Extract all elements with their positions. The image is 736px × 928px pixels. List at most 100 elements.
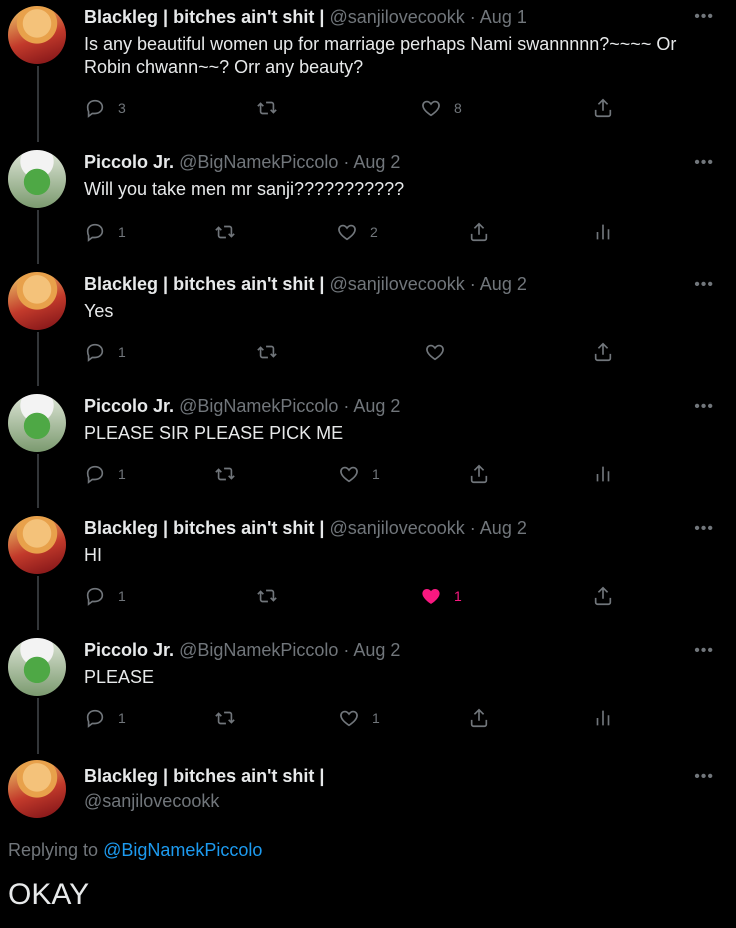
like-button[interactable]: 1 xyxy=(338,706,380,730)
tweet[interactable]: Blackleg | bitches ain't shit | @sanjilo… xyxy=(0,0,736,142)
reply-button[interactable]: 1 xyxy=(84,706,126,730)
username[interactable]: @sanjilovecookk xyxy=(329,274,464,294)
share-button[interactable] xyxy=(468,220,490,244)
tweet-header: Blackleg | bitches ain't shit | @sanjilo… xyxy=(84,273,696,295)
tweet[interactable]: Blackleg | bitches ain't shit | @sanjilo… xyxy=(0,264,736,386)
tweet-actions: 3 8 xyxy=(84,96,644,120)
share-button[interactable] xyxy=(592,584,614,608)
avatar[interactable] xyxy=(8,394,66,452)
username[interactable]: @BigNamekPiccolo xyxy=(179,152,338,172)
timestamp[interactable]: · Aug 2 xyxy=(343,152,400,172)
more-icon[interactable]: ••• xyxy=(694,643,714,659)
display-name[interactable]: Blackleg | bitches ain't shit | xyxy=(84,765,696,787)
like-button[interactable]: 8 xyxy=(420,96,462,120)
reply-count: 1 xyxy=(118,710,126,726)
display-name[interactable]: Blackleg | bitches ain't shit | xyxy=(84,7,324,27)
avatar[interactable] xyxy=(8,150,66,208)
like-icon xyxy=(338,707,360,729)
avatar[interactable] xyxy=(8,638,66,696)
tweet[interactable]: Piccolo Jr. @BigNamekPiccolo · Aug 2 •••… xyxy=(0,386,736,508)
avatar[interactable] xyxy=(8,6,66,64)
reply-count: 1 xyxy=(118,466,126,482)
tweet-header: Piccolo Jr. @BigNamekPiccolo · Aug 2 xyxy=(84,395,696,417)
display-name[interactable]: Piccolo Jr. xyxy=(84,640,174,660)
share-icon xyxy=(592,341,614,363)
tweet-actions: 1 2 xyxy=(84,220,644,244)
retweet-button[interactable] xyxy=(214,462,236,486)
reply-icon xyxy=(84,97,106,119)
more-icon[interactable]: ••• xyxy=(694,277,714,293)
username[interactable]: @BigNamekPiccolo xyxy=(179,640,338,660)
avatar[interactable] xyxy=(8,760,66,818)
timestamp[interactable]: · Aug 1 xyxy=(470,7,527,27)
timestamp[interactable]: · Aug 2 xyxy=(470,274,527,294)
tweet[interactable]: Piccolo Jr. @BigNamekPiccolo · Aug 2 •••… xyxy=(0,630,736,754)
avatar[interactable] xyxy=(8,272,66,330)
replying-to-link[interactable]: @BigNamekPiccolo xyxy=(103,840,262,860)
like-icon xyxy=(424,341,446,363)
display-name[interactable]: Blackleg | bitches ain't shit | xyxy=(84,518,324,538)
share-button[interactable] xyxy=(592,340,614,364)
tweet-actions: 1 1 xyxy=(84,462,644,486)
analytics-button[interactable] xyxy=(592,462,614,486)
display-name[interactable]: Piccolo Jr. xyxy=(84,396,174,416)
like-icon xyxy=(338,463,360,485)
reply-icon xyxy=(84,341,106,363)
share-button[interactable] xyxy=(468,462,490,486)
username[interactable]: @sanjilovecookk xyxy=(329,7,464,27)
tweet-header: Blackleg | bitches ain't shit | @sanjilo… xyxy=(84,517,696,539)
username[interactable]: @sanjilovecookk xyxy=(329,518,464,538)
tweet-text: Yes xyxy=(84,301,114,321)
like-button[interactable]: 2 xyxy=(336,220,378,244)
username[interactable]: @BigNamekPiccolo xyxy=(179,396,338,416)
more-icon[interactable]: ••• xyxy=(694,769,714,785)
reply-count: 1 xyxy=(118,224,126,240)
analytics-button[interactable] xyxy=(592,706,614,730)
reply-icon xyxy=(84,585,106,607)
reply-button[interactable]: 1 xyxy=(84,584,126,608)
display-name[interactable]: Piccolo Jr. xyxy=(84,152,174,172)
avatar[interactable] xyxy=(8,516,66,574)
retweet-icon xyxy=(214,221,236,243)
timestamp[interactable]: · Aug 2 xyxy=(470,518,527,538)
retweet-button[interactable] xyxy=(256,340,278,364)
reply-button[interactable]: 1 xyxy=(84,462,126,486)
like-count: 8 xyxy=(454,100,462,116)
more-icon[interactable]: ••• xyxy=(694,155,714,171)
reply-button[interactable]: 1 xyxy=(84,340,126,364)
reply-button[interactable]: 3 xyxy=(84,96,126,120)
share-button[interactable] xyxy=(592,96,614,120)
reply-icon xyxy=(84,463,106,485)
retweet-button[interactable] xyxy=(256,96,278,120)
share-icon xyxy=(468,707,490,729)
username[interactable]: @sanjilovecookk xyxy=(84,790,696,812)
tweet[interactable]: Piccolo Jr. @BigNamekPiccolo · Aug 2 •••… xyxy=(0,142,736,264)
like-count: 1 xyxy=(372,466,380,482)
share-icon xyxy=(592,585,614,607)
display-name[interactable]: Blackleg | bitches ain't shit | xyxy=(84,274,324,294)
tweet-text: PLEASE xyxy=(84,667,155,687)
tweet-text: Is any beautiful women up for marriage p… xyxy=(84,34,677,77)
timestamp[interactable]: · Aug 2 xyxy=(343,640,400,660)
more-icon[interactable]: ••• xyxy=(694,521,714,537)
retweet-button[interactable] xyxy=(256,584,278,608)
tweet-header: Piccolo Jr. @BigNamekPiccolo · Aug 2 xyxy=(84,639,696,661)
share-button[interactable] xyxy=(468,706,490,730)
tweet-actions: 1 1 xyxy=(84,584,644,608)
retweet-button[interactable] xyxy=(214,220,236,244)
like-button[interactable] xyxy=(424,340,446,364)
more-icon[interactable]: ••• xyxy=(694,399,714,415)
retweet-button[interactable] xyxy=(214,706,236,730)
reply-button[interactable]: 1 xyxy=(84,220,126,244)
tweet[interactable]: Blackleg | bitches ain't shit | @sanjilo… xyxy=(0,508,736,630)
like-icon xyxy=(336,221,358,243)
more-icon[interactable]: ••• xyxy=(694,9,714,25)
retweet-icon xyxy=(214,707,236,729)
tweet-header: Blackleg | bitches ain't shit | @sanjilo… xyxy=(84,6,696,28)
like-button[interactable]: 1 xyxy=(338,462,380,486)
like-button[interactable]: 1 xyxy=(420,584,462,608)
reply-count: 1 xyxy=(118,344,126,360)
tweet-text: Will you take men mr sanji??????????? xyxy=(84,179,405,199)
analytics-button[interactable] xyxy=(592,220,614,244)
timestamp[interactable]: · Aug 2 xyxy=(343,396,400,416)
